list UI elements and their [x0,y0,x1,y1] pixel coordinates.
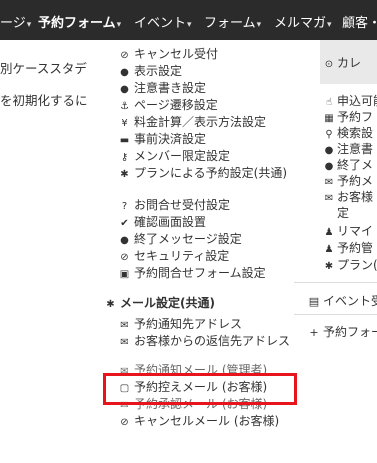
right-item-plan[interactable]: ✱ プラン( [323,256,377,273]
nav-item-customer[interactable]: 顧客・ [342,12,377,31]
check-circle-icon: ✔ [120,218,129,229]
anchor-icon: ⚓ [120,101,129,112]
hand-icon: ☝ [325,97,333,108]
top-nav-bar: ージ▾ 予約フォーム▾ イベント▾ フォーム▾ メルマガ▾ 顧客・ [0,0,377,40]
ban-icon: ⊘ [120,417,129,428]
right-item-reservation-form[interactable]: ▦ 予約フ [323,108,373,125]
users-icon: ♟ [324,244,334,255]
highlight-annotation-box [103,373,297,405]
nav-item-page[interactable]: ージ▾ [0,12,31,31]
menu-item-end-message[interactable]: ● 終了メッセージ設定 [118,232,242,248]
comment-icon: ● [120,235,129,246]
right-item-reservation-manage[interactable]: ♟ 予約管 [323,239,374,256]
envelope-icon: ✉ [120,320,129,331]
nav-item-event[interactable]: イベント▾ [134,12,192,31]
nav-item-mailmagazine[interactable]: メルマガ▾ [274,12,332,31]
envelope-icon: ✉ [324,193,334,204]
menu-item-prepayment[interactable]: ▬ 事前決済設定 [118,132,206,148]
right-item-reservation-mail[interactable]: ✉ 予約メ [323,172,373,189]
right-item-customer[interactable]: ✉ お客様 [323,188,373,205]
divider [294,282,377,283]
right-item-availability[interactable]: ☝申込可能 [323,92,377,109]
menu-item-cancel-accept[interactable]: ⊘ キャンセル受付 [118,47,218,63]
comment-icon: ● [324,145,334,156]
divider [294,314,377,315]
right-item-end-message[interactable]: ● 終了メ [323,156,373,173]
envelope-icon: ✉ [324,177,334,188]
right-item-event-accept[interactable]: ▤イベント受 [308,292,377,309]
menu-item-price-calc[interactable]: ¥ 料金計算／表示方法設定 [118,115,266,131]
clock-icon: ⊙ [324,59,334,70]
chevron-down-icon: ▾ [327,20,332,30]
bell-icon: ♟ [324,227,334,238]
right-item-calendar[interactable]: ⊙ カレ [323,54,361,71]
menu-item-page-transition[interactable]: ⚓ ページ遷移設定 [118,98,218,114]
comment-icon: ● [324,161,334,172]
menu-item-cancel-mail[interactable]: ⊘ キャンセルメール (お客様) [118,414,290,430]
menu-item-security[interactable]: ⊘ セキュリティ設定 [118,249,229,265]
credit-card-icon: ▬ [119,135,130,146]
right-item-notes[interactable]: ● 注意書 [323,140,373,157]
comment-icon: ● [120,84,129,95]
yen-icon: ¥ [121,118,128,129]
chevron-down-icon: ▾ [26,20,32,30]
key-icon: ⚷ [120,152,129,163]
left-content-column: 別ケーススタデ を初期化するに [0,40,92,463]
search-icon: ⚲ [325,129,333,140]
menu-item-plan-reservation[interactable]: ✱ プランによる予約設定(共通) [118,166,290,182]
menu-item-inquiry-form[interactable]: ▣ 予約問合せフォーム設定 [118,266,266,282]
comment-icon: ● [120,67,129,78]
right-dropdown-column: ⊙カレ ☝申込可能 ▦予約フ ⚲検索設 ●注意書 ●終了メ ✉予約メ ✉お客様 … [290,40,377,463]
left-text-snippet: 別ケーススタデ [0,61,87,76]
right-item-search-settings[interactable]: ⚲ 検索設 [323,124,373,141]
menu-item-member-only[interactable]: ⚷ メンバー限定設定 [118,149,230,165]
question-circle-icon: ? [121,201,128,212]
nav-item-form[interactable]: フォーム▾ [204,12,261,31]
right-item-add-reservation-form[interactable]: +予約フォー [308,323,377,340]
right-item-reminder[interactable]: ♟ リマイ [323,222,374,239]
menu-item-notes-settings[interactable]: ● 注意書き設定 [118,81,206,97]
right-item-customer-cont: 定 [337,206,350,220]
list-icon: ▤ [308,295,320,308]
calendar-icon: ▦ [324,113,334,124]
ban-icon: ⊘ [120,252,129,263]
id-card-icon: ▣ [119,269,130,280]
mail-settings-header: ✱ メール設定(共通) [104,296,215,312]
menu-item-notify-address[interactable]: ✉ 予約通知先アドレス [118,317,242,333]
gear-icon: ✱ [106,299,115,310]
plus-icon: + [309,326,319,339]
gear-icon: ✱ [120,169,129,180]
chevron-down-icon: ▾ [256,20,262,30]
menu-item-display-settings[interactable]: ● 表示設定 [118,64,182,80]
ban-icon: ⊘ [120,50,129,61]
menu-item-confirm-screen[interactable]: ✔ 確認画面設置 [118,215,206,231]
chevron-down-icon: ▾ [187,20,192,30]
nav-item-reservation-form[interactable]: 予約フォーム▾ [38,12,121,31]
gear-icon: ✱ [324,261,334,272]
envelope-icon: ✉ [120,337,129,348]
chevron-down-icon: ▾ [116,20,122,30]
menu-item-reply-address[interactable]: ✉ お客様からの返信先アドレス [118,334,290,350]
menu-item-inquiry-accept[interactable]: ? お問合せ受付設定 [118,198,230,214]
left-text-snippet: を初期化するに [0,93,88,108]
